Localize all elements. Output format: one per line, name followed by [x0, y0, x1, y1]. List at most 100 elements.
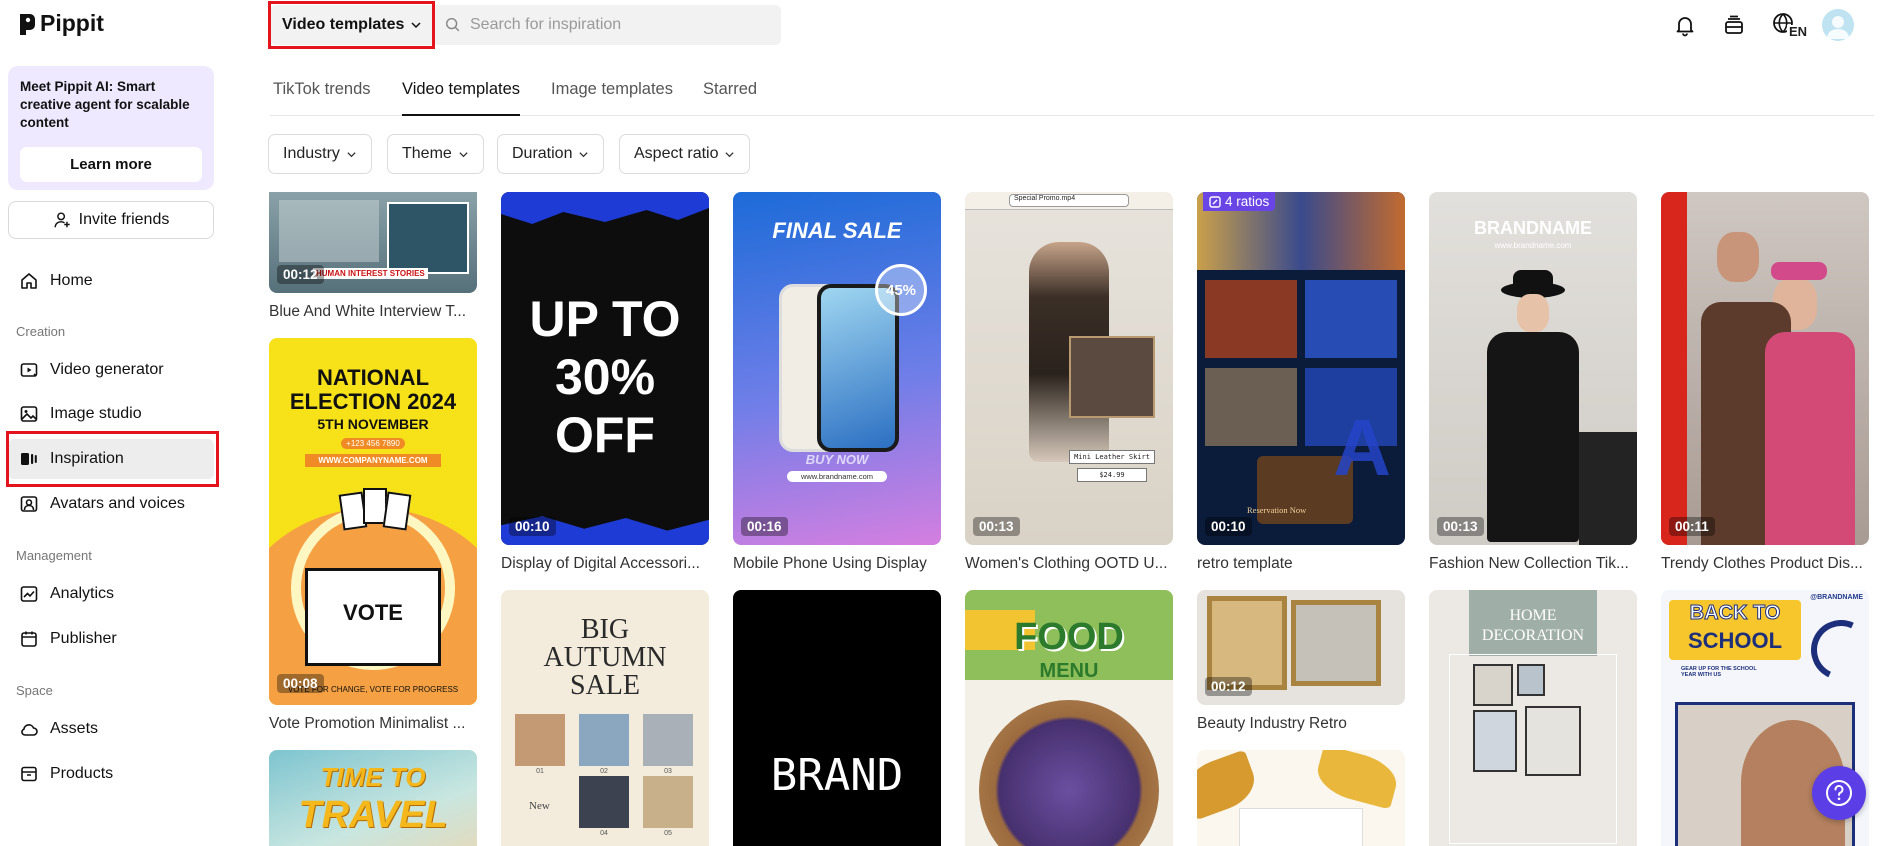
- template-title: Display of Digital Accessori...: [501, 555, 700, 572]
- template-thumbnail: FOOD MENU: [965, 590, 1173, 846]
- search-input[interactable]: [470, 16, 770, 34]
- duration-badge: 00:16: [741, 517, 788, 536]
- heading-line-2: ELECTION 2024: [289, 389, 457, 414]
- filter-label: Duration: [512, 145, 573, 162]
- sidebar: Pippit Meet Pippit AI: Smart creative ag…: [0, 0, 228, 846]
- thumbnail-heading-1: BACK TO: [1689, 602, 1781, 625]
- sidebar-item-products[interactable]: Products: [8, 754, 214, 794]
- tab-starred[interactable]: Starred: [703, 80, 757, 116]
- thumbnail-overlay-text: HUMAN INTEREST STORIES: [313, 268, 428, 279]
- template-card[interactable]: A Reservation Now 4 ratios 00:10 retro t…: [1197, 192, 1405, 573]
- template-card[interactable]: BIG AUTUMN SALE 01 02 03 New 04 05: [501, 590, 709, 846]
- home-icon: [21, 273, 37, 289]
- thumbnail-phone: +123 456 7890: [341, 438, 405, 449]
- heading-line-1: UP TO: [529, 291, 681, 347]
- thumbnail-line-2: TRAVEL: [298, 794, 448, 836]
- template-title: Women's Clothing OOTD U...: [965, 555, 1168, 572]
- app-name: Pippit: [40, 10, 104, 36]
- template-card[interactable]: FINAL SALE 45% BUY NOW www.brandname.com…: [733, 192, 941, 573]
- section-label-space: Space: [16, 683, 53, 698]
- thumbnail-heading-2: SCHOOL: [1687, 628, 1783, 653]
- notification-bell-icon[interactable]: [1670, 10, 1700, 40]
- template-card[interactable]: HUMAN INTEREST STORIES 00:12 Blue And Wh…: [269, 192, 477, 321]
- add-user-icon: [54, 212, 70, 228]
- tab-image-templates[interactable]: Image templates: [551, 80, 673, 116]
- template-title: Mobile Phone Using Display: [733, 555, 927, 572]
- template-card[interactable]: FOOD MENU: [965, 590, 1173, 846]
- thumbnail-brand: @BRANDNAME: [1810, 594, 1863, 601]
- filter-aspect-ratio[interactable]: Aspect ratio: [619, 134, 751, 174]
- analytics-icon: [20, 586, 38, 602]
- photo-number: 03: [664, 768, 672, 775]
- pippit-logo-icon: [20, 13, 35, 35]
- pippit-logo[interactable]: Pippit: [18, 10, 104, 37]
- highlight-box-inspiration: [6, 431, 219, 487]
- invite-friends-button[interactable]: Invite friends: [8, 201, 214, 239]
- filter-label: Theme: [402, 145, 452, 162]
- template-thumbnail: HUMAN INTEREST STORIES 00:12: [269, 192, 477, 293]
- template-card[interactable]: TIME TO TRAVEL: [269, 750, 477, 846]
- user-avatar[interactable]: [1822, 9, 1854, 41]
- filter-duration[interactable]: Duration: [497, 134, 605, 174]
- ratios-label: 4 ratios: [1225, 194, 1270, 209]
- filter-industry[interactable]: Industry: [268, 134, 372, 174]
- calendar-icon: [21, 631, 37, 647]
- stack-icon[interactable]: [1719, 10, 1749, 40]
- thumbnail-cta: BUY NOW: [805, 452, 869, 467]
- learn-more-button[interactable]: Learn more: [20, 147, 202, 182]
- thumbnail-caption: Reservation Now: [1247, 505, 1307, 515]
- template-card[interactable]: Special Promo.mp4 Mini Leather Skirt $24…: [965, 192, 1173, 573]
- sidebar-item-analytics[interactable]: Analytics: [8, 574, 214, 614]
- sidebar-item-label: Video generator: [50, 361, 164, 378]
- thumbnail-new-label: New: [529, 800, 550, 812]
- template-card[interactable]: NEW ARRIVAL 00:11 Trendy Clothes Product…: [1661, 192, 1869, 573]
- sidebar-item-label: Assets: [50, 720, 99, 737]
- avatar-voice-icon: [20, 496, 38, 512]
- sidebar-item-assets[interactable]: Assets: [8, 709, 214, 749]
- template-card[interactable]: BRANDNAME www.brandname.com 00:13 Fashio…: [1429, 192, 1637, 573]
- template-thumbnail: NATIONAL ELECTION 2024 5TH NOVEMBER +123…: [269, 338, 477, 705]
- language-globe-icon[interactable]: EN: [1770, 10, 1810, 40]
- thumbnail-site: WWW.COMPANYNAME.COM: [305, 454, 441, 467]
- heading-line-3: OFF: [555, 407, 655, 463]
- search-icon: [445, 17, 460, 32]
- chevron-down-icon: [347, 151, 356, 157]
- photo-number: 01: [536, 768, 544, 775]
- search-bar[interactable]: [436, 5, 781, 45]
- section-label-management: Management: [16, 548, 92, 563]
- product-box-icon: [21, 766, 37, 782]
- sidebar-item-avatars-voices[interactable]: Avatars and voices: [8, 484, 214, 524]
- duration-badge: 00:10: [509, 517, 556, 536]
- duration-badge: 00:08: [277, 674, 324, 693]
- template-card[interactable]: BRAND: [733, 590, 941, 846]
- thumbnail-heading: FINAL SALE: [772, 218, 902, 243]
- sidebar-item-home[interactable]: Home: [8, 261, 214, 301]
- chevron-down-icon: [725, 151, 735, 157]
- template-card[interactable]: [1197, 750, 1405, 846]
- sidebar-item-label: Image studio: [50, 405, 142, 422]
- thumbnail-site: www.brandname.com: [787, 471, 887, 482]
- duration-badge: 00:12: [277, 265, 324, 284]
- template-thumbnail: 00:12: [1197, 590, 1405, 705]
- template-card[interactable]: 00:12 Beauty Industry Retro: [1197, 590, 1405, 733]
- thumbnail-line-1: TIME TO: [320, 762, 426, 792]
- tab-video-templates[interactable]: Video templates: [402, 80, 521, 116]
- template-thumbnail: [1197, 750, 1405, 846]
- template-card[interactable]: UP TO 30% OFF 00:10 Display of Digital A…: [501, 192, 709, 573]
- highlight-box-type-select: [268, 1, 435, 49]
- sidebar-item-publisher[interactable]: Publisher: [8, 619, 214, 659]
- tab-tiktok-trends[interactable]: TikTok trends: [273, 80, 371, 116]
- sidebar-item-image-studio[interactable]: Image studio: [8, 394, 214, 434]
- template-card[interactable]: HOME DECORATION: [1429, 590, 1637, 846]
- help-button[interactable]: [1812, 766, 1866, 820]
- template-card[interactable]: NATIONAL ELECTION 2024 5TH NOVEMBER +123…: [269, 338, 477, 733]
- filter-theme[interactable]: Theme: [387, 134, 484, 174]
- video-generator-icon: [20, 363, 38, 377]
- chevron-down-icon: [459, 151, 468, 157]
- sidebar-item-video-generator[interactable]: Video generator: [8, 350, 214, 390]
- heading-line-2: AUTUMN: [543, 642, 667, 673]
- sidebar-item-label: Analytics: [50, 585, 115, 602]
- template-thumbnail: FINAL SALE 45% BUY NOW www.brandname.com…: [733, 192, 941, 545]
- duration-badge: 00:13: [1437, 517, 1484, 536]
- template-title: retro template: [1197, 555, 1293, 572]
